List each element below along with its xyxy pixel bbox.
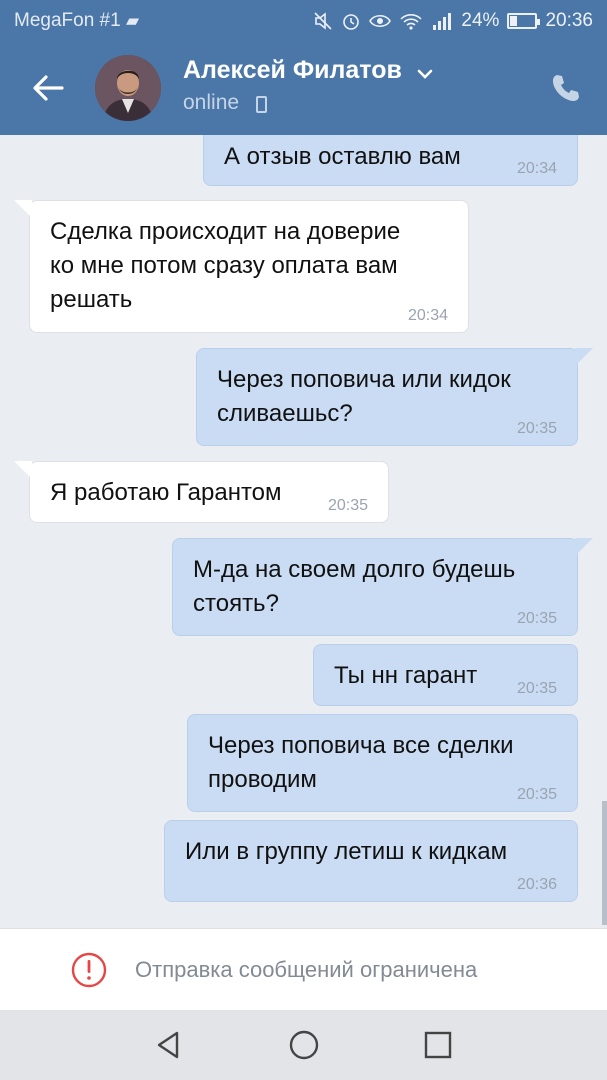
message-text: Или в группу летиш к кидкам [185,838,508,865]
warning-icon [71,952,107,988]
contact-name[interactable]: Алексей Филатов [183,56,402,85]
chevron-down-icon[interactable] [416,68,434,80]
battery-icon [507,13,541,29]
message-time: 20:36 [516,876,557,893]
alarm-icon [343,14,360,30]
message-list[interactable]: А отзыв оставлю вам 20:34 Сделка происхо… [0,135,607,928]
message-bubble-outgoing[interactable]: Через поповича или кидок сливаешьс? 20:3… [196,348,593,446]
message-bubble-outgoing[interactable]: М-да на своем долго будешь стоять? 20:35 [172,538,593,636]
mute-icon [314,12,332,30]
message-text: А отзыв оставлю вам [224,143,461,170]
message-bubble-outgoing[interactable]: Ты нн гарант 20:35 [313,644,578,706]
back-arrow-icon[interactable] [28,68,68,108]
message-time: 20:34 [407,307,448,324]
message-bubble-outgoing[interactable]: А отзыв оставлю вам 20:34 [203,135,578,186]
signal-icon [433,13,452,30]
battery-percent: 24% [461,10,500,31]
message-time: 20:35 [516,786,557,803]
message-text: М-да на своем долго будешь стоять? [193,556,516,617]
nav-home-icon[interactable] [287,1028,321,1062]
restriction-text: Отправка сообщений ограничена [135,957,478,982]
chat-header: Алексей Филатов online [0,44,607,135]
scrollbar[interactable] [602,801,607,925]
message-text: Через поповича или кидок сливаешьс? [217,366,511,427]
message-time: 20:35 [327,497,368,514]
status-bar: MegaFon #1 ▰ 24% 20:36 [0,0,607,44]
clock: 20:36 [545,10,593,31]
message-time: 20:35 [516,420,557,437]
call-icon[interactable] [549,72,581,104]
message-time: 20:35 [516,610,557,627]
message-bubble-incoming[interactable]: Сделка происходит на доверие ко мне пото… [14,200,469,333]
nav-back-icon[interactable] [152,1028,186,1062]
message-text: Через поповича все сделки проводим [208,732,514,793]
message-text: Сделка происходит на доверие ко мне пото… [50,218,401,313]
navigation-bar [0,1010,607,1080]
message-bubble-incoming[interactable]: Я работаю Гарантом 20:35 [14,461,389,523]
mobile-phone-icon [256,96,267,113]
sending-restricted-notice: Отправка сообщений ограничена [0,928,607,1010]
message-bubble-outgoing[interactable]: Через поповича все сделки проводим 20:35 [187,714,578,812]
message-time: 20:34 [516,160,557,177]
eye-icon [369,14,392,28]
avatar[interactable] [95,55,161,121]
carrier-name: MegaFon #1 [14,10,121,31]
message-time: 20:35 [516,680,557,697]
message-text: Я работаю Гарантом [50,479,282,506]
gamepad-icon: ▰ [125,11,140,30]
nav-recents-icon[interactable] [421,1028,455,1062]
online-status: online [183,91,240,114]
wifi-icon [400,14,422,30]
message-bubble-outgoing[interactable]: Или в группу летиш к кидкам 20:36 [164,820,578,902]
